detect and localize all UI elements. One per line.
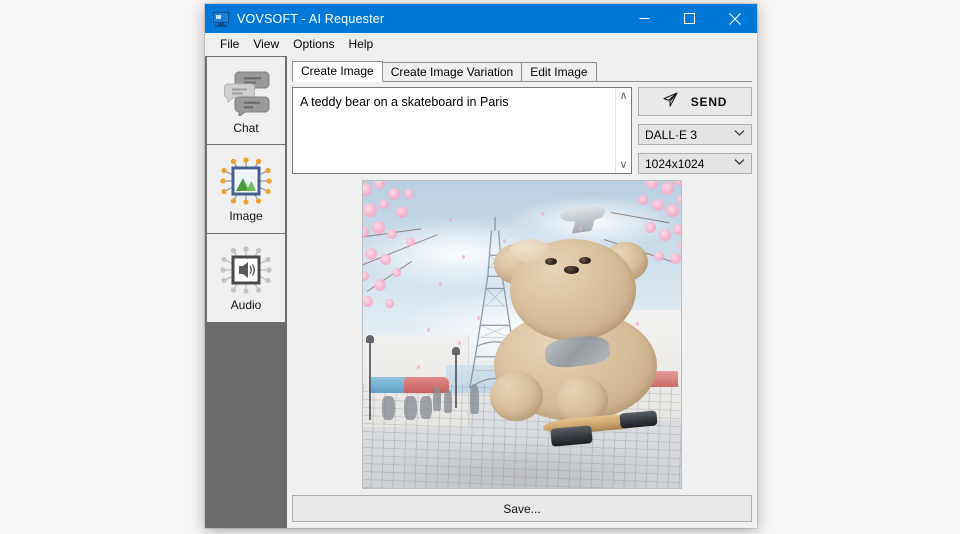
menu-item-options[interactable]: Options xyxy=(286,35,341,53)
menu-item-help[interactable]: Help xyxy=(342,35,381,53)
pedestrian xyxy=(432,386,442,412)
tab-strip: Create Image Create Image Variation Edit… xyxy=(292,61,752,82)
cafe-patron xyxy=(404,395,418,421)
send-label: SEND xyxy=(690,94,728,109)
prompt-row: A teddy bear on a skateboard in Paris ∧ … xyxy=(292,87,752,174)
street-lamp xyxy=(366,334,375,421)
pedestrian xyxy=(444,389,452,413)
teddy-bear xyxy=(477,239,681,460)
skateboard-wheels-back xyxy=(619,410,658,429)
tab-create-image-variation[interactable]: Create Image Variation xyxy=(381,62,523,82)
sidebar-item-label-audio: Audio xyxy=(230,298,262,312)
speaker-network-icon xyxy=(220,244,272,296)
model-select[interactable]: DALL·E 3 xyxy=(638,124,752,145)
window-title: VOVSOFT - AI Requester xyxy=(237,11,385,26)
menu-bar: File View Options Help xyxy=(205,33,757,56)
send-button[interactable]: SEND xyxy=(638,87,752,116)
scroll-down-icon[interactable]: ∨ xyxy=(619,160,627,171)
chevron-down-icon xyxy=(734,158,745,169)
chat-bubbles-icon xyxy=(220,67,272,119)
minimize-icon[interactable] xyxy=(622,4,667,33)
prompt-scrollbar[interactable]: ∧ ∨ xyxy=(615,88,631,173)
save-button[interactable]: Save... xyxy=(292,495,752,522)
street-lamp xyxy=(452,346,461,409)
prompt-input[interactable]: A teddy bear on a skateboard in Paris ∧ … xyxy=(292,87,632,174)
sidebar-item-audio[interactable]: Audio xyxy=(206,234,286,323)
skateboard-wheels-front xyxy=(550,425,593,447)
desktop-background: VOVSOFT - AI Requester File View Options… xyxy=(0,0,960,534)
close-icon[interactable] xyxy=(712,4,757,33)
menu-item-file[interactable]: File xyxy=(213,35,246,53)
paper-plane-icon xyxy=(663,91,678,112)
sidebar: Chat Image Audio xyxy=(205,56,287,528)
monitor-icon xyxy=(213,11,229,27)
sidebar-item-label-chat: Chat xyxy=(233,120,259,135)
maximize-icon[interactable] xyxy=(667,4,712,33)
window-controls xyxy=(622,4,757,33)
right-controls: SEND DALL·E 3 1024x1024 xyxy=(638,87,752,174)
chevron-down-icon xyxy=(734,129,745,140)
application-window: VOVSOFT - AI Requester File View Options… xyxy=(205,4,757,528)
sidebar-item-label-image: Image xyxy=(229,209,263,223)
cafe-patron xyxy=(420,395,432,419)
size-select-value: 1024x1024 xyxy=(645,156,705,171)
prompt-text[interactable]: A teddy bear on a skateboard in Paris xyxy=(293,88,615,173)
size-select[interactable]: 1024x1024 xyxy=(638,153,752,174)
bear-nose xyxy=(564,265,580,274)
cafe-patron xyxy=(382,395,395,421)
bear-paw-left xyxy=(489,371,543,421)
model-select-value: DALL·E 3 xyxy=(645,127,698,142)
sidebar-item-chat[interactable]: Chat xyxy=(206,56,286,145)
tab-edit-image[interactable]: Edit Image xyxy=(521,62,597,82)
sidebar-item-image[interactable]: Image xyxy=(206,145,286,234)
tab-create-image[interactable]: Create Image xyxy=(292,61,383,82)
menu-item-view[interactable]: View xyxy=(246,35,286,53)
bear-head xyxy=(510,239,637,341)
generated-image[interactable] xyxy=(362,180,682,489)
main-content: Create Image Create Image Variation Edit… xyxy=(287,56,757,528)
image-preview-area xyxy=(292,180,752,489)
window-body: Chat Image Audio Create Image Create Ima… xyxy=(205,56,757,528)
cherry-blossom-left xyxy=(363,181,465,316)
bear-muzzle xyxy=(510,239,550,262)
picture-network-icon xyxy=(220,155,272,207)
scroll-up-icon[interactable]: ∧ xyxy=(619,91,627,102)
bear-eye-left xyxy=(545,257,557,265)
cafe-awning-red xyxy=(404,377,449,393)
bear-eye-right xyxy=(579,256,591,264)
title-bar: VOVSOFT - AI Requester xyxy=(205,4,757,33)
